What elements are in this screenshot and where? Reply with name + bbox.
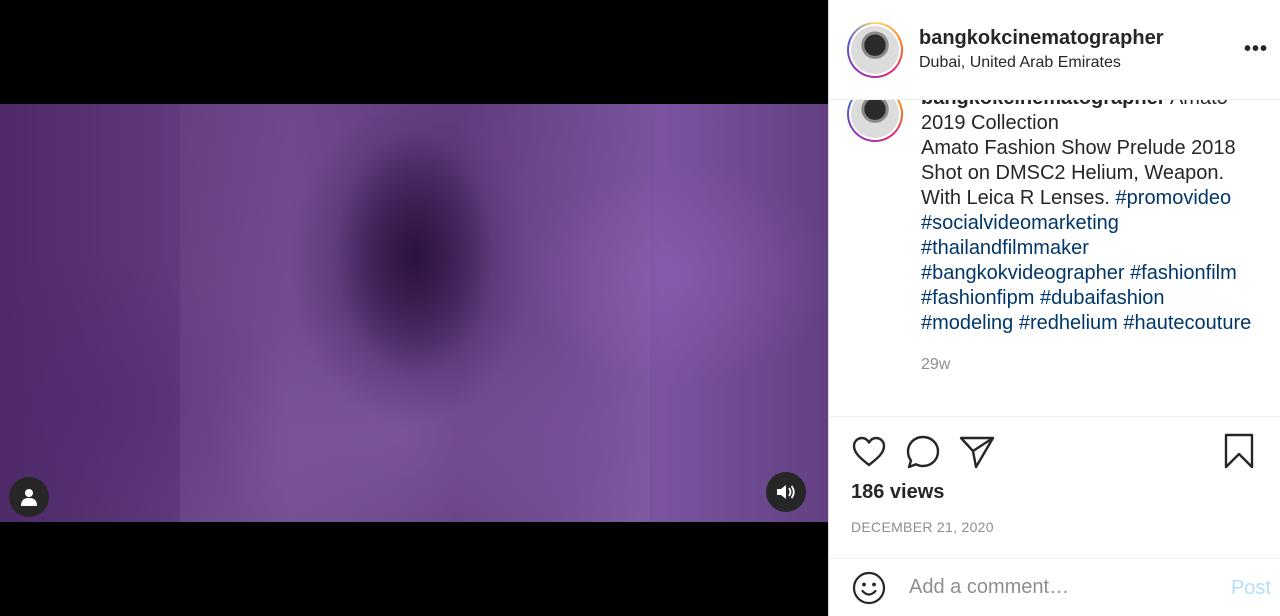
actions-section: 186 views DECEMBER 21, 2020 bbox=[829, 416, 1280, 535]
hashtag-link[interactable]: #socialvideomarketing bbox=[921, 212, 1119, 234]
caption-text: bangkokcinematographer Amato 2019 Collec… bbox=[921, 100, 1261, 377]
more-options-button[interactable]: ••• bbox=[1244, 38, 1268, 61]
post-header: bangkokcinematographer Dubai, United Ara… bbox=[829, 0, 1280, 100]
paper-plane-icon bbox=[959, 436, 995, 469]
caption-avatar[interactable] bbox=[847, 100, 903, 142]
avatar-image bbox=[851, 25, 899, 74]
location-link[interactable]: Dubai, United Arab Emirates bbox=[919, 54, 1164, 72]
hashtag-link[interactable]: #hautecouture bbox=[1123, 312, 1251, 334]
tagged-users-button[interactable] bbox=[9, 477, 49, 517]
time-ago[interactable]: 29w bbox=[921, 352, 1261, 377]
hashtag-link[interactable]: #modeling bbox=[921, 312, 1013, 334]
save-button[interactable] bbox=[1221, 433, 1257, 469]
caption-username[interactable]: bangkokcinematographer bbox=[921, 100, 1166, 109]
comment-bubble-icon bbox=[906, 435, 940, 469]
hashtag-link[interactable]: #thailandfilmmaker bbox=[921, 237, 1089, 259]
post-date[interactable]: DECEMBER 21, 2020 bbox=[851, 519, 994, 535]
view-count[interactable]: 186 views bbox=[851, 481, 944, 504]
emoji-button[interactable] bbox=[851, 570, 887, 606]
person-icon bbox=[21, 489, 37, 506]
share-button[interactable] bbox=[959, 434, 995, 470]
comment-form: Post bbox=[829, 558, 1280, 616]
bookmark-icon bbox=[1224, 433, 1254, 469]
sound-toggle-button[interactable] bbox=[766, 472, 806, 512]
like-button[interactable] bbox=[851, 434, 887, 470]
smiley-icon bbox=[852, 571, 886, 604]
post-sidebar: bangkokcinematographer Dubai, United Ara… bbox=[828, 0, 1280, 616]
video-player[interactable] bbox=[0, 0, 828, 616]
comment-input[interactable] bbox=[907, 575, 1211, 600]
hashtag-link[interactable]: #promovideo bbox=[1116, 187, 1232, 209]
avatar[interactable] bbox=[847, 21, 903, 78]
hashtag-link[interactable]: #redhelium bbox=[1019, 312, 1118, 334]
action-bar bbox=[829, 417, 1280, 487]
username-link[interactable]: bangkokcinematographer bbox=[919, 27, 1164, 50]
heart-icon bbox=[852, 436, 886, 467]
hashtag-link[interactable]: #bangkokvideographer bbox=[921, 262, 1125, 284]
video-frame[interactable] bbox=[0, 104, 828, 522]
speaker-icon bbox=[777, 485, 795, 499]
hashtag-link[interactable]: #dubaifashion bbox=[1040, 287, 1165, 309]
video-subject bbox=[280, 104, 550, 522]
post-dialog: bangkokcinematographer Dubai, United Ara… bbox=[0, 0, 1280, 616]
comment-button[interactable] bbox=[905, 434, 941, 470]
post-comment-button[interactable]: Post bbox=[1231, 577, 1271, 600]
caption-area: bangkokcinematographer Amato 2019 Collec… bbox=[847, 100, 1267, 416]
hashtag-link[interactable]: #fashionfipm bbox=[921, 287, 1034, 309]
hashtag-link[interactable]: #fashionfilm bbox=[1130, 262, 1237, 284]
